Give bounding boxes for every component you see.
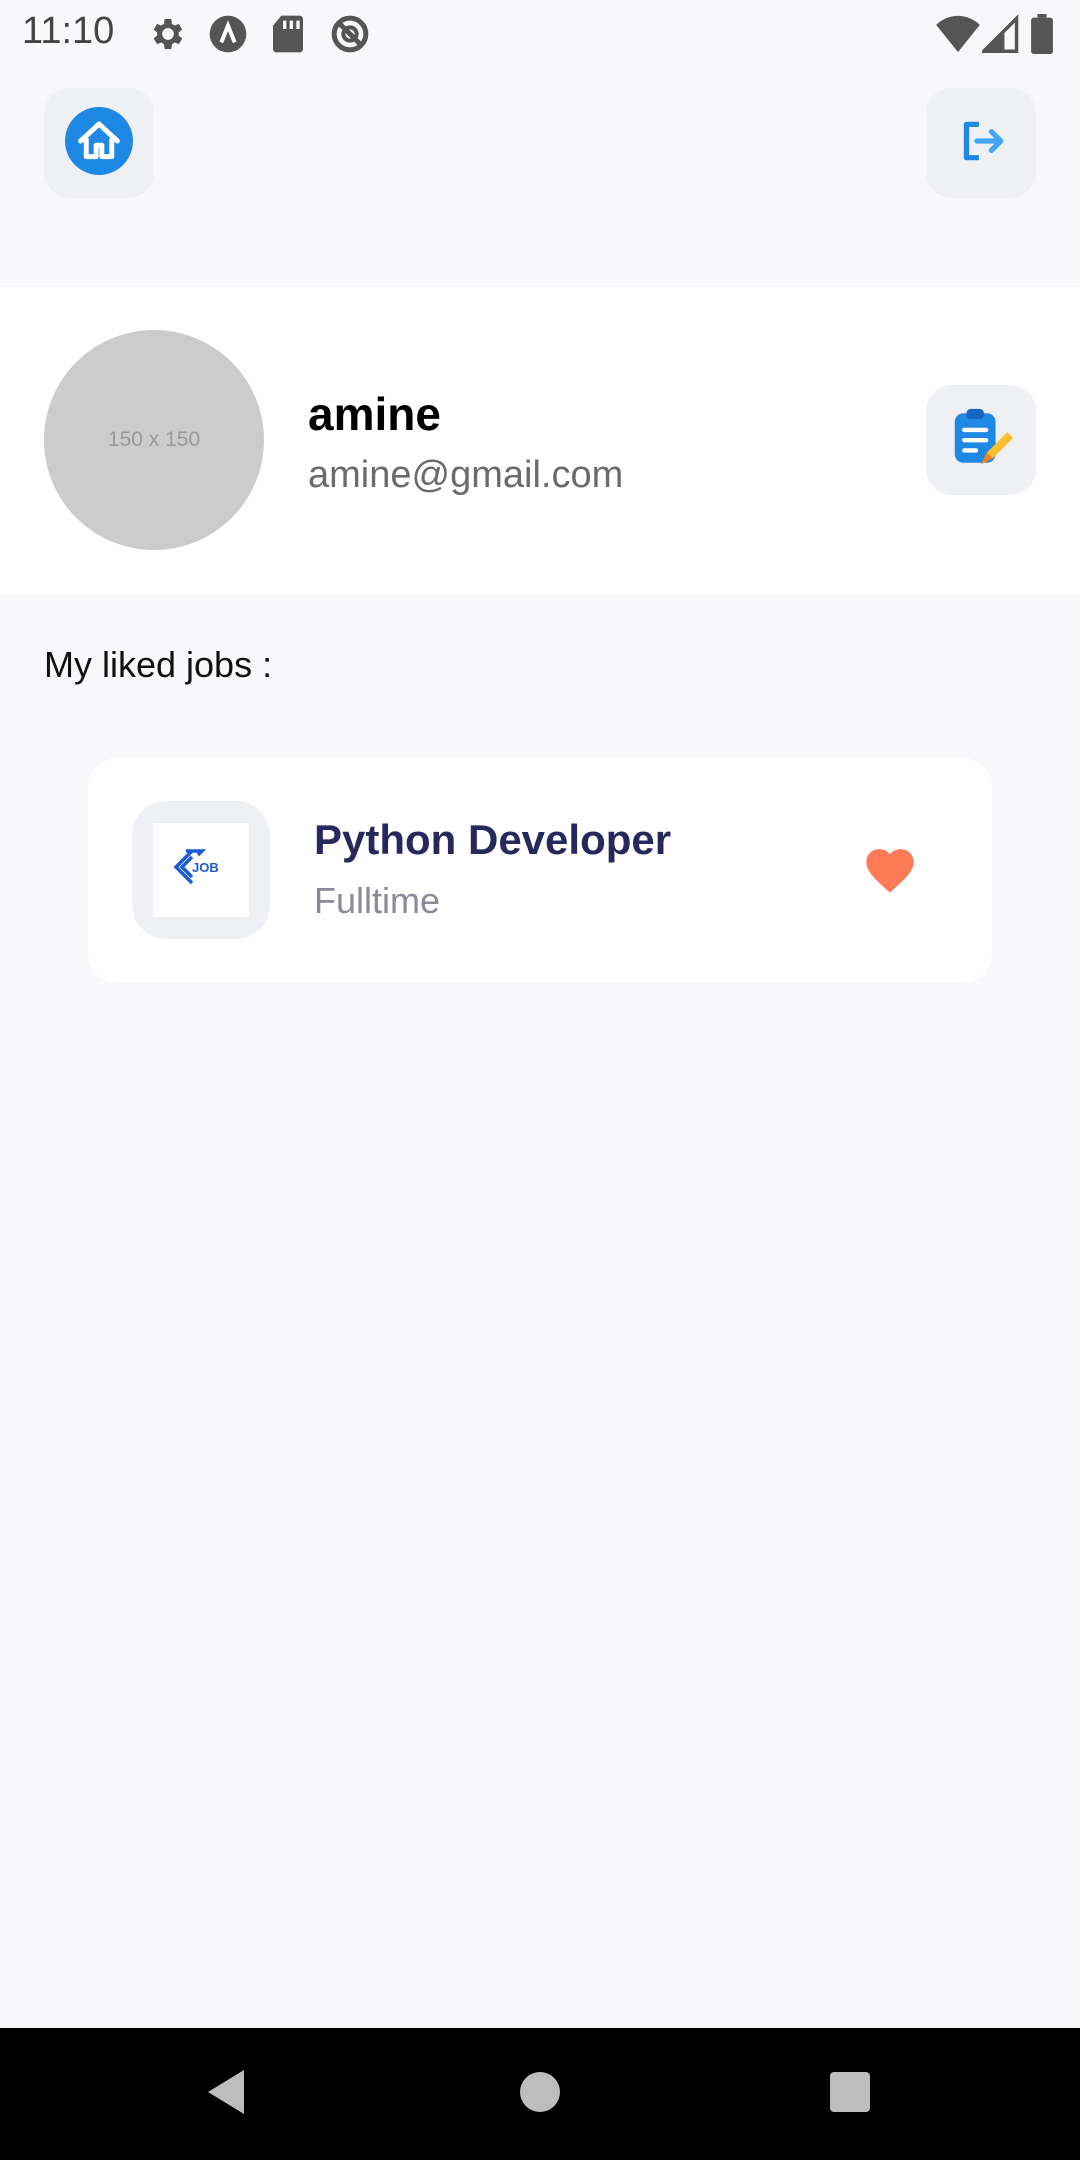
status-bar: 11:10 (0, 0, 1080, 66)
home-nav-button[interactable] (450, 2028, 630, 2160)
user-email: amine@gmail.com (308, 454, 624, 496)
heart-icon (861, 842, 919, 899)
signal-icon (979, 14, 1020, 54)
job-logo-container: JOB (132, 801, 270, 939)
like-button[interactable] (858, 838, 922, 902)
job-card[interactable]: JOB Python Developer Fulltime (88, 758, 992, 983)
wifi-icon (936, 14, 980, 54)
avatar[interactable]: 150 x 150 (44, 330, 264, 550)
home-circle-icon (518, 2070, 562, 2119)
user-name: amine (308, 388, 441, 440)
job-logo: JOB (153, 823, 249, 917)
back-button[interactable] (136, 2028, 316, 2160)
avatar-placeholder-text: 150 x 150 (107, 428, 201, 451)
recents-button[interactable] (760, 2028, 940, 2160)
edit-profile-icon (946, 403, 1016, 478)
back-icon (204, 2068, 248, 2121)
job-type: Fulltime (314, 880, 441, 921)
logout-button[interactable] (926, 88, 1036, 198)
recents-icon (828, 2070, 872, 2119)
home-icon (65, 106, 133, 180)
android-icon (208, 14, 248, 54)
sd-card-icon (270, 14, 306, 54)
do-not-disturb-icon (330, 14, 370, 54)
battery-icon (1030, 14, 1054, 54)
logout-icon (956, 116, 1006, 171)
profile-card: 150 x 150 amine amine@gmail.com (0, 287, 1080, 594)
settings-icon (148, 14, 188, 54)
system-nav-bar (0, 2028, 1080, 2160)
job-title: Python Developer (314, 816, 672, 863)
home-button[interactable] (44, 88, 154, 198)
job-logo-text: JOB (192, 860, 219, 875)
status-time: 11:10 (22, 10, 115, 52)
edit-profile-button[interactable] (926, 385, 1036, 495)
liked-jobs-title: My liked jobs : (44, 644, 273, 685)
